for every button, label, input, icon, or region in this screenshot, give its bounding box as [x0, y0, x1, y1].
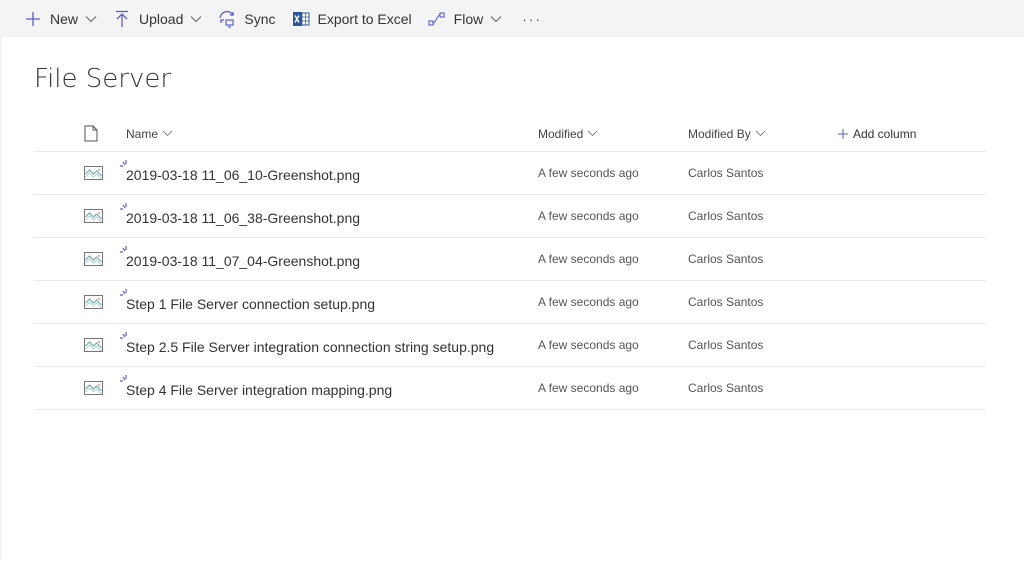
upload-icon — [113, 10, 131, 28]
file-name-link[interactable]: 2019-03-18 11_06_38-Greenshot.png — [120, 203, 361, 226]
file-name: Step 4 File Server integration mapping.p… — [126, 382, 393, 398]
add-column-label: Add column — [853, 126, 917, 141]
file-list: Name Modified Modified By Add column 201… — [34, 116, 986, 410]
file-name-link[interactable]: Step 4 File Server integration mapping.p… — [120, 375, 393, 398]
modified-cell: A few seconds ago — [538, 381, 639, 395]
image-file-icon — [84, 295, 103, 309]
file-row[interactable]: 2019-03-18 11_06_10-Greenshot.png A few … — [34, 152, 986, 195]
modified-by-cell: Carlos Santos — [688, 209, 764, 223]
file-name-link[interactable]: Step 2.5 File Server integration connect… — [120, 332, 495, 355]
name-column-header[interactable]: Name — [126, 127, 173, 141]
file-row[interactable]: 2019-03-18 11_06_38-Greenshot.png A few … — [34, 195, 986, 238]
image-file-icon — [84, 381, 103, 395]
modified-by-column-header[interactable]: Modified By — [688, 127, 766, 141]
file-name-link[interactable]: 2019-03-18 11_06_10-Greenshot.png — [120, 160, 361, 183]
modified-header-label: Modified — [538, 126, 584, 141]
add-column-button[interactable]: Add column — [838, 127, 916, 141]
modified-by-cell: Carlos Santos — [688, 295, 764, 309]
export-label: Export to Excel — [317, 10, 412, 27]
document-icon — [84, 125, 98, 142]
file-row[interactable]: Step 2.5 File Server integration connect… — [34, 324, 986, 367]
file-row[interactable]: 2019-03-18 11_07_04-Greenshot.png A few … — [34, 238, 986, 281]
modified-cell: A few seconds ago — [538, 295, 639, 309]
modified-by-cell: Carlos Santos — [688, 166, 764, 180]
file-name: Step 2.5 File Server integration connect… — [126, 339, 495, 355]
image-file-icon — [84, 166, 103, 180]
file-name: 2019-03-18 11_06_38-Greenshot.png — [126, 210, 361, 226]
plus-icon — [24, 10, 42, 28]
upload-label: Upload — [139, 10, 184, 27]
chevron-down-icon — [490, 15, 502, 23]
new-label: New — [50, 10, 79, 27]
image-file-icon — [84, 338, 103, 352]
modified-by-cell: Carlos Santos — [688, 338, 764, 352]
list-header: Name Modified Modified By Add column — [34, 116, 986, 152]
modified-cell: A few seconds ago — [538, 338, 639, 352]
image-file-icon — [84, 252, 103, 266]
name-header-label: Name — [126, 126, 159, 141]
modified-by-cell: Carlos Santos — [688, 252, 764, 266]
flow-label: Flow — [453, 10, 484, 27]
new-item-icon — [120, 332, 127, 339]
sync-label: Sync — [244, 10, 276, 27]
new-item-icon — [120, 203, 127, 210]
plus-icon — [838, 128, 848, 139]
chevron-down-icon — [85, 15, 97, 23]
sync-button[interactable]: Sync — [218, 0, 276, 37]
left-border — [0, 37, 2, 561]
modified-cell: A few seconds ago — [538, 166, 639, 180]
new-button[interactable]: New — [24, 0, 97, 37]
more-options-button[interactable]: ··· — [522, 0, 542, 37]
new-item-icon — [120, 289, 127, 296]
sync-icon — [218, 10, 236, 28]
flow-button[interactable]: Flow — [428, 0, 503, 37]
modified-cell: A few seconds ago — [538, 252, 639, 266]
export-to-excel-button[interactable]: Export to Excel — [292, 0, 412, 37]
modified-column-header[interactable]: Modified — [538, 127, 598, 141]
chevron-down-icon — [190, 15, 202, 23]
modified-by-cell: Carlos Santos — [688, 381, 764, 395]
file-name: 2019-03-18 11_06_10-Greenshot.png — [126, 167, 361, 183]
chevron-down-icon — [162, 130, 173, 137]
file-name-link[interactable]: 2019-03-18 11_07_04-Greenshot.png — [120, 246, 361, 269]
image-file-icon — [84, 209, 103, 223]
modified-by-header-label: Modified By — [688, 126, 751, 141]
more-icon: ··· — [522, 10, 543, 27]
excel-icon — [292, 10, 310, 28]
file-name: 2019-03-18 11_07_04-Greenshot.png — [126, 253, 361, 269]
file-row[interactable]: Step 1 File Server connection setup.png … — [34, 281, 986, 324]
flow-icon — [428, 10, 446, 28]
new-item-icon — [120, 246, 127, 253]
upload-button[interactable]: Upload — [113, 0, 202, 37]
new-item-icon — [120, 160, 127, 167]
file-name: Step 1 File Server connection setup.png — [126, 296, 376, 312]
chevron-down-icon — [755, 130, 766, 137]
file-row[interactable]: Step 4 File Server integration mapping.p… — [34, 367, 986, 410]
modified-cell: A few seconds ago — [538, 209, 639, 223]
page-title: File Server — [34, 64, 172, 94]
chevron-down-icon — [587, 130, 598, 137]
file-name-link[interactable]: Step 1 File Server connection setup.png — [120, 289, 376, 312]
new-item-icon — [120, 375, 127, 382]
command-bar: New Upload Sync Export to Excel Flow ··· — [0, 0, 1024, 37]
